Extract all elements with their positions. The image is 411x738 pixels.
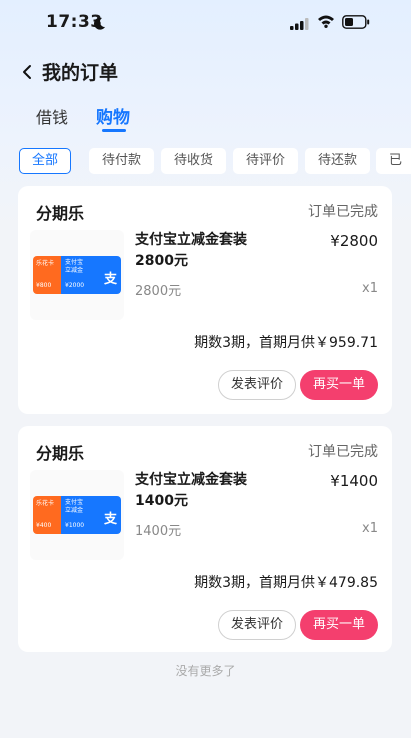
thumb-sub-right: 立减金 [65,267,84,274]
product-quantity: x1 [362,281,378,296]
status-filter-bar: 全部 待付款 待收货 待评价 待还款 已 [0,146,411,178]
thumb-brand-left: 乐花卡 [36,260,55,267]
filter-all[interactable]: 全部 [19,148,72,174]
category-tabs: 借钱 购物 [0,100,411,136]
thumb-brand-left: 乐花卡 [36,500,55,507]
merchant-name: 分期乐 [36,204,85,223]
product-quantity: x1 [362,521,378,536]
installment-info: 期数3期，首期月供￥479.85 [194,575,378,591]
product-spec: 1400元 [135,524,182,539]
product-thumbnail[interactable]: 乐花卡 ¥800 支付宝 立减金 ¥2000 支 [30,230,124,320]
battery-icon [342,14,370,33]
status-bar: 17:33 [0,0,411,44]
no-more-text: 没有更多了 [175,664,236,678]
thumb-amount-left: ¥800 [36,282,52,289]
tab-active-indicator [102,129,126,132]
review-button[interactable]: 发表评价 [217,610,296,640]
review-button[interactable]: 发表评价 [217,370,296,400]
filter-completed[interactable]: 已 [376,148,411,174]
product-price: ¥1400 [330,472,378,490]
filter-pending-receipt[interactable]: 待收货 [161,148,227,174]
product-name[interactable]: 支付宝立减金套装1400元 [135,470,275,512]
page-title: 我的订单 [42,62,119,84]
voucher-card-image: 乐花卡 ¥400 支付宝 立减金 ¥1000 支 [33,496,121,534]
wifi-icon [317,13,335,32]
filter-pending-review[interactable]: 待评价 [233,148,299,174]
signal-icon [290,15,310,34]
tab-borrow[interactable]: 借钱 [36,104,68,128]
alipay-logo-icon: 支 [103,512,117,527]
order-status: 订单已完成 [308,444,378,460]
product-price: ¥2800 [330,232,378,250]
order-card[interactable]: 分期乐 订单已完成 乐花卡 ¥800 支付宝 立减金 ¥2000 支 支付宝立减… [18,186,392,414]
thumb-sub-right: 立减金 [65,507,84,514]
tab-shopping[interactable]: 购物 [96,103,130,128]
thumb-amount-right: ¥1000 [65,522,85,529]
product-spec: 2800元 [135,284,182,299]
rebuy-button[interactable]: 再买一单 [299,370,378,400]
product-thumbnail[interactable]: 乐花卡 ¥400 支付宝 立减金 ¥1000 支 [30,470,124,560]
filter-pending-repayment[interactable]: 待还款 [305,148,371,174]
alipay-logo-icon: 支 [103,272,117,287]
thumb-amount-left: ¥400 [36,522,52,529]
product-name[interactable]: 支付宝立减金套装2800元 [135,230,275,272]
order-status: 订单已完成 [308,204,378,220]
installment-info: 期数3期，首期月供￥959.71 [194,335,378,351]
voucher-card-image: 乐花卡 ¥800 支付宝 立减金 ¥2000 支 [33,256,121,294]
merchant-name: 分期乐 [36,444,85,463]
order-card[interactable]: 分期乐 订单已完成 乐花卡 ¥400 支付宝 立减金 ¥1000 支 支付宝立减… [18,426,392,652]
chevron-left-icon[interactable] [22,64,32,84]
filter-pending-payment[interactable]: 待付款 [89,148,155,174]
moon-icon [94,15,106,34]
thumb-brand-right: 支付宝 [65,259,84,266]
nav-bar: 我的订单 [0,56,411,88]
thumb-brand-right: 支付宝 [65,499,84,506]
rebuy-button[interactable]: 再买一单 [299,610,378,640]
thumb-amount-right: ¥2000 [65,282,85,289]
